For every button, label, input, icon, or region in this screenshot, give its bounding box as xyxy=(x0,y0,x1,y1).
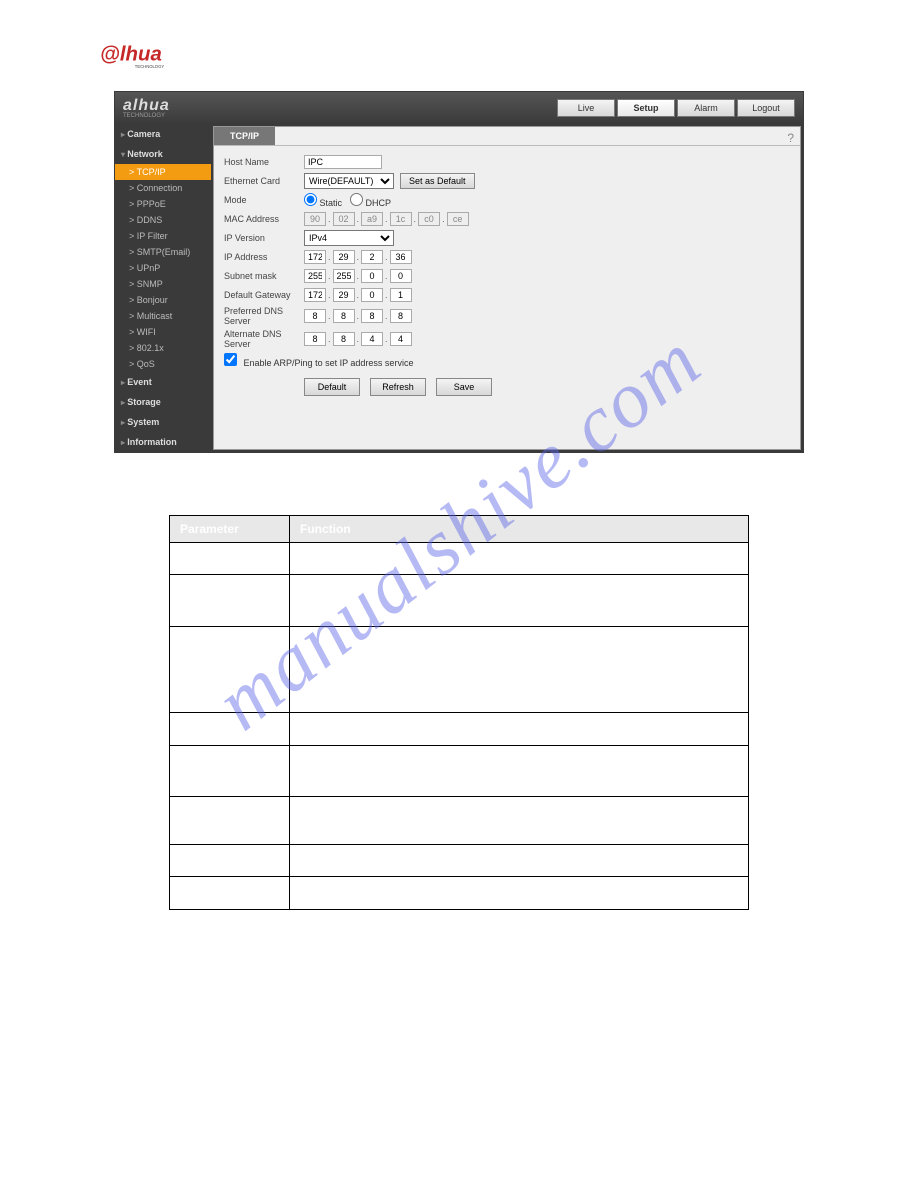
mode-dhcp-radio[interactable]: DHCP xyxy=(350,193,391,208)
ip-address-input[interactable]: . . . xyxy=(304,250,412,264)
default-gateway-label: Default Gateway xyxy=(224,290,304,300)
default-button[interactable]: Default xyxy=(304,378,360,396)
sidebar-item[interactable]: 802.1x xyxy=(115,340,211,356)
table-cell-function: It is to set current host device name. I… xyxy=(290,543,749,575)
alternate-dns-label: Alternate DNS Server xyxy=(224,329,304,349)
table-row: Preferred DNSDNS IP address. xyxy=(170,845,749,877)
svg-text:TECHNOLOGY: TECHNOLOGY xyxy=(135,64,165,69)
sidebar-item[interactable]: Bonjour xyxy=(115,292,211,308)
sidebar-item[interactable]: UPnP xyxy=(115,260,211,276)
tab-alarm[interactable]: Alarm xyxy=(677,99,735,117)
table-cell-parameter: IP Address xyxy=(170,796,290,844)
table-cell-parameter: Mode xyxy=(170,626,290,713)
sidebar-category[interactable]: Information xyxy=(115,432,211,452)
sidebar-item[interactable]: TCP/IP xyxy=(115,164,211,180)
host-name-label: Host Name xyxy=(224,157,304,167)
preferred-dns-label: Preferred DNS Server xyxy=(224,306,304,326)
reference-table: Parameter Function Host NameIt is to set… xyxy=(169,515,749,910)
table-row: Mac AddressIt is to display host Mac add… xyxy=(170,713,749,745)
header-tabs: Live Setup Alarm Logout xyxy=(557,99,795,117)
table-cell-parameter: Host Name xyxy=(170,543,290,575)
host-name-input[interactable] xyxy=(304,155,382,169)
main-tab-tcpip[interactable]: TCP/IP xyxy=(214,127,275,145)
enable-arp-checkbox[interactable]: Enable ARP/Ping to set IP address servic… xyxy=(224,353,413,368)
table-cell-parameter: Alternate DNS xyxy=(170,877,290,909)
table-cell-parameter: Ethernet Card xyxy=(170,575,290,626)
table-intro: Please refer to the following sheet for … xyxy=(140,497,858,511)
mac-address-value: . . . . . xyxy=(304,212,469,226)
table-row: Host NameIt is to set current host devic… xyxy=(170,543,749,575)
sidebar-item[interactable]: PPPoE xyxy=(115,196,211,212)
sidebar-item[interactable]: DDNS xyxy=(115,212,211,228)
ethernet-card-label: Ethernet Card xyxy=(224,176,304,186)
alternate-dns-input[interactable]: . . . xyxy=(304,332,412,346)
main-panel: TCP/IP ? Host Name Ethernet Card Wire(DE… xyxy=(213,126,801,450)
mode-label: Mode xyxy=(224,195,304,205)
app-logo: alhua TECHNOLOGY xyxy=(123,97,170,119)
enable-arp-label: Enable ARP/Ping to set IP address servic… xyxy=(244,358,414,368)
table-row: Ethernet CardPlease select the Ethernet … xyxy=(170,575,749,626)
table-cell-function: It is to select IP version. IPV4 or IPV6… xyxy=(290,745,749,796)
table-row: IP VersionIt is to select IP version. IP… xyxy=(170,745,749,796)
sidebar-item[interactable]: IP Filter xyxy=(115,228,211,244)
ip-address-label: IP Address xyxy=(224,252,304,262)
tab-setup[interactable]: Setup xyxy=(617,99,675,117)
tcpip-form: Host Name Ethernet Card Wire(DEFAULT) Se… xyxy=(214,146,800,410)
sidebar-item[interactable]: Connection xyxy=(115,180,211,196)
sidebar-item[interactable]: SMTP(Email) xyxy=(115,244,211,260)
set-default-button[interactable]: Set as Default xyxy=(400,173,475,189)
mode-static-radio[interactable]: Static xyxy=(304,193,342,208)
table-cell-parameter: Mac Address xyxy=(170,713,290,745)
table-row: ModeThere are two modes: static mode and… xyxy=(170,626,749,713)
sidebar-item[interactable]: Multicast xyxy=(115,308,211,324)
subnet-mask-input[interactable]: . . . xyxy=(304,269,412,283)
page-number: 44 xyxy=(60,950,858,964)
table-cell-function: It is to display host Mac address. xyxy=(290,713,749,745)
app-header: alhua TECHNOLOGY Live Setup Alarm Logout xyxy=(115,92,803,124)
sidebar-category[interactable]: Storage xyxy=(115,392,211,412)
table-cell-function: Alternate DNS IP address. xyxy=(290,877,749,909)
default-gateway-input[interactable]: . . . xyxy=(304,288,412,302)
sidebar-category[interactable]: Network xyxy=(115,144,211,164)
ip-version-select[interactable]: IPv4 xyxy=(304,230,394,246)
tab-live[interactable]: Live xyxy=(557,99,615,117)
table-row: Alternate DNSAlternate DNS IP address. xyxy=(170,877,749,909)
app-logo-sub: TECHNOLOGY xyxy=(123,113,170,119)
sidebar-item[interactable]: QoS xyxy=(115,356,211,372)
app-logo-text: alhua xyxy=(123,97,170,114)
ip-version-label: IP Version xyxy=(224,233,304,243)
table-row: IP AddressPlease use the keyboard to inp… xyxy=(170,796,749,844)
sidebar-category[interactable]: Event xyxy=(115,372,211,392)
table-header-function: Function xyxy=(290,516,749,543)
table-header-parameter: Parameter xyxy=(170,516,290,543)
refresh-button[interactable]: Refresh xyxy=(370,378,426,396)
mac-address-label: MAC Address xyxy=(224,214,304,224)
help-icon[interactable]: ? xyxy=(787,131,794,145)
table-cell-function: Please select the Ethernet port, Default… xyxy=(290,575,749,626)
sidebar: CameraNetworkTCP/IPConnectionPPPoEDDNSIP… xyxy=(115,124,211,452)
table-cell-parameter: Preferred DNS xyxy=(170,845,290,877)
table-cell-parameter: IP Version xyxy=(170,745,290,796)
app-screenshot: alhua TECHNOLOGY Live Setup Alarm Logout… xyxy=(114,91,804,453)
subnet-mask-label: Subnet mask xyxy=(224,271,304,281)
main-tab-row: TCP/IP xyxy=(214,127,800,146)
save-button[interactable]: Save xyxy=(436,378,492,396)
tab-logout[interactable]: Logout xyxy=(737,99,795,117)
figure-caption: Figure 5-16 xyxy=(60,471,858,485)
sidebar-category[interactable]: System xyxy=(115,412,211,432)
table-cell-function: There are two modes: static mode and the… xyxy=(290,626,749,713)
sidebar-item[interactable]: SNMP xyxy=(115,276,211,292)
preferred-dns-input[interactable]: . . . xyxy=(304,309,412,323)
table-cell-function: Please use the keyboard to input the cor… xyxy=(290,796,749,844)
ethernet-card-select[interactable]: Wire(DEFAULT) xyxy=(304,173,394,189)
sidebar-category[interactable]: Camera xyxy=(115,124,211,144)
brand-logo: @lhua TECHNOLOGY xyxy=(100,40,858,79)
sidebar-item[interactable]: WIFI xyxy=(115,324,211,340)
svg-text:@lhua: @lhua xyxy=(100,44,162,66)
table-cell-function: DNS IP address. xyxy=(290,845,749,877)
